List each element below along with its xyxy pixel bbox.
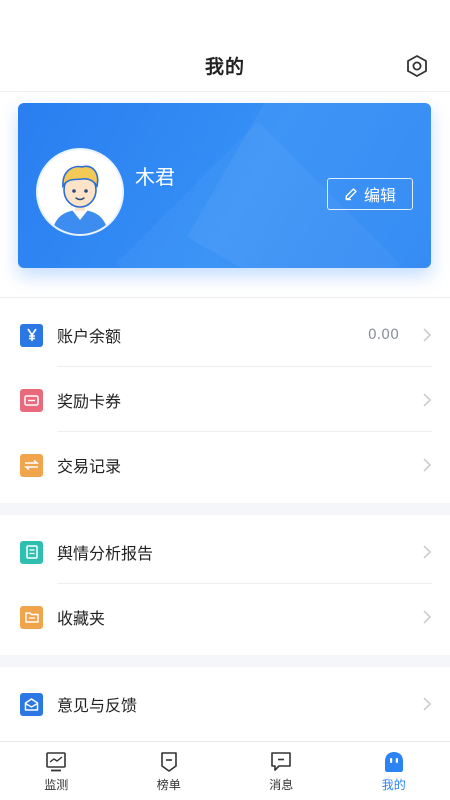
- monitor-icon: [46, 752, 67, 772]
- menu-item-reports[interactable]: 舆情分析报告: [0, 520, 450, 584]
- chevron-right-icon: [423, 545, 432, 559]
- chevron-right-icon: [423, 328, 432, 342]
- menu-item-transactions[interactable]: 交易记录: [0, 433, 450, 497]
- menu-label: 意见与反馈: [57, 696, 138, 715]
- menu-item-balance[interactable]: 账户余额 0.00: [0, 303, 450, 367]
- edit-label: 编辑: [363, 186, 396, 205]
- menu-label: 账户余额: [57, 327, 122, 346]
- envelope-icon: [20, 692, 43, 716]
- tab-label: 我的: [381, 778, 406, 792]
- avatar[interactable]: [36, 148, 124, 236]
- chevron-right-icon: [423, 458, 432, 472]
- page-header: 我的: [0, 40, 450, 92]
- row-divider: [57, 366, 432, 367]
- chevron-right-icon: [423, 697, 432, 711]
- edit-profile-button[interactable]: 编辑: [327, 178, 413, 210]
- document-icon: [20, 540, 43, 564]
- tab-messages[interactable]: 消息: [225, 742, 338, 800]
- balance-value: 0.00: [367, 327, 399, 343]
- chevron-right-icon: [423, 610, 432, 624]
- menu-label: 收藏夹: [57, 609, 106, 628]
- folder-icon: [20, 605, 43, 629]
- status-bar: [0, 0, 450, 40]
- tab-label: 消息: [269, 778, 294, 792]
- exchange-icon: [20, 453, 43, 477]
- menu-item-feedback[interactable]: 意见与反馈: [0, 672, 450, 736]
- yen-icon: [20, 323, 43, 347]
- page-title: 我的: [204, 56, 245, 78]
- ticket-icon: [20, 388, 43, 412]
- pencil-icon: [345, 188, 357, 201]
- profile-icon: [384, 752, 403, 772]
- tab-label: 榜单: [156, 778, 181, 792]
- row-divider: [57, 583, 432, 584]
- row-divider: [57, 431, 432, 432]
- message-icon: [271, 752, 292, 771]
- menu-label: 舆情分析报告: [57, 544, 154, 563]
- bottom-tab-bar: 监测 榜单 消息 我的: [0, 741, 450, 800]
- profile-card: 木君 编辑: [18, 103, 431, 268]
- tab-monitor[interactable]: 监测: [0, 742, 113, 800]
- section-gap: [0, 655, 450, 667]
- chevron-right-icon: [423, 393, 432, 407]
- divider: [0, 297, 450, 298]
- avatar-illustration: [38, 150, 122, 234]
- username: 木君: [135, 165, 175, 189]
- tab-label: 监测: [44, 778, 69, 792]
- menu-label: 奖励卡券: [57, 392, 122, 411]
- hexagon-settings-icon: [407, 55, 427, 77]
- ranking-icon: [160, 752, 177, 772]
- menu-label: 交易记录: [57, 457, 122, 476]
- section-gap: [0, 503, 450, 515]
- settings-button[interactable]: [404, 53, 430, 79]
- menu-item-coupons[interactable]: 奖励卡券: [0, 368, 450, 432]
- tab-ranking[interactable]: 榜单: [113, 742, 226, 800]
- menu-item-favorites[interactable]: 收藏夹: [0, 585, 450, 649]
- tab-profile[interactable]: 我的: [338, 742, 450, 800]
